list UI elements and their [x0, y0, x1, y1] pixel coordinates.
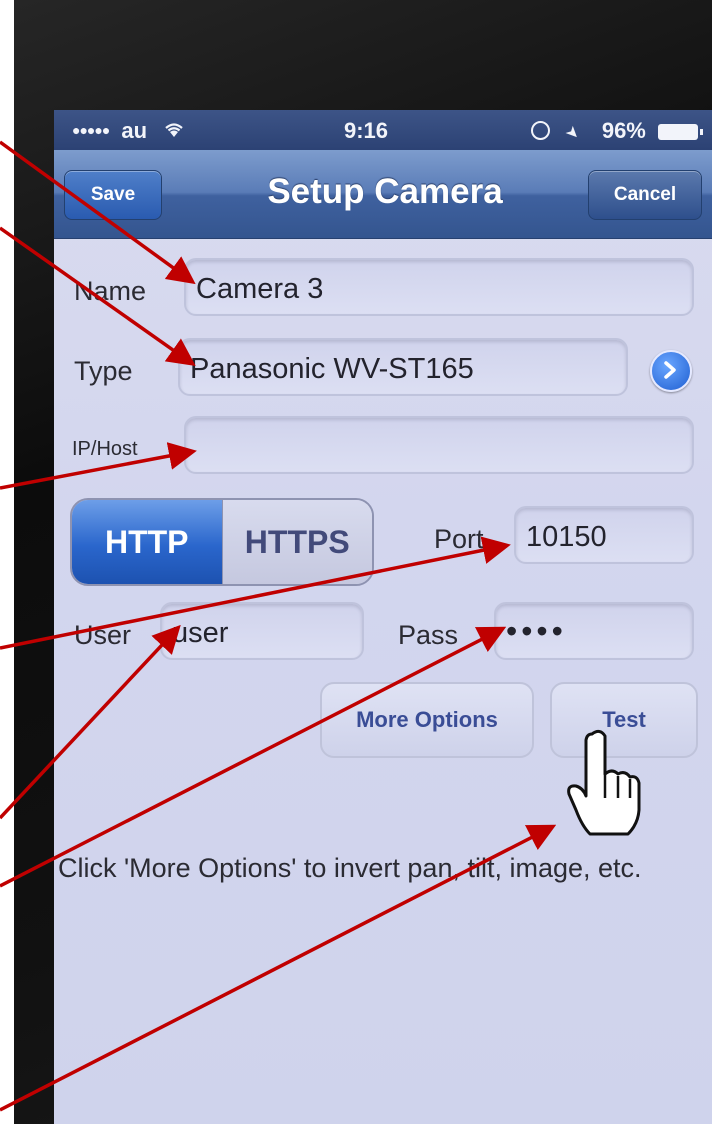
arrow-to-name-field [0, 140, 196, 285]
arrow-to-test-cursor [0, 824, 557, 1112]
arrow-to-port-field [0, 536, 511, 650]
arrow-to-user-field [0, 624, 181, 820]
arrow-to-host-field [0, 442, 197, 490]
arrow-to-password-field [0, 626, 507, 888]
arrow-to-type-field [0, 226, 196, 367]
annotation-arrows [0, 140, 557, 1112]
